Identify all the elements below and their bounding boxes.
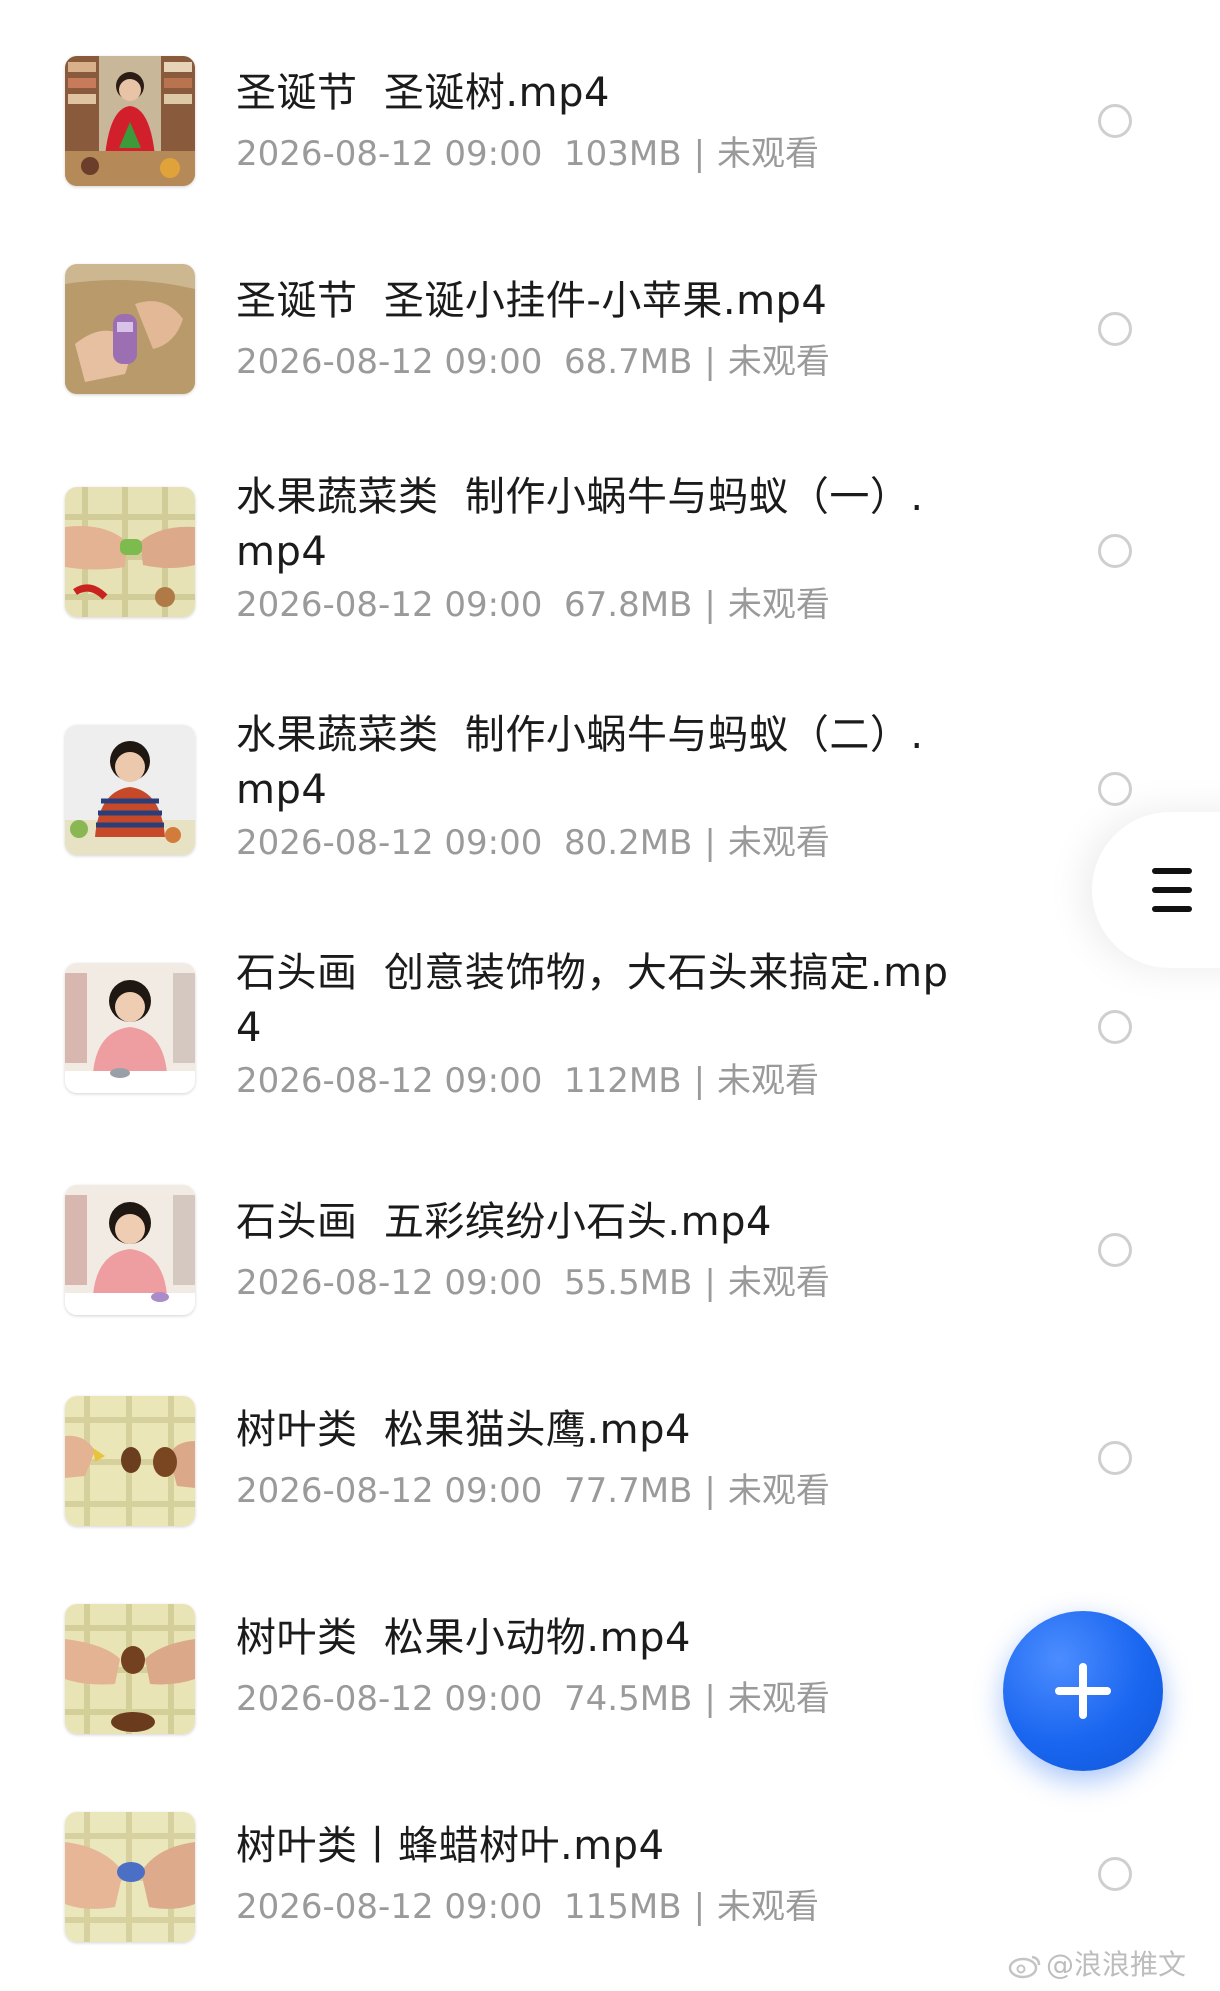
select-radio[interactable]	[1098, 1010, 1132, 1044]
select-radio[interactable]	[1098, 772, 1132, 806]
watch-status: 未观看	[727, 1679, 830, 1719]
meta-separator: |	[704, 1471, 716, 1511]
video-size: 103MB	[564, 134, 682, 174]
meta-separator: |	[704, 342, 716, 382]
select-radio[interactable]	[1098, 1857, 1132, 1891]
video-meta: 2026-08-12 09:00 74.5MB | 未观看	[236, 1677, 976, 1721]
watch-status: 未观看	[727, 1471, 830, 1511]
watch-status: 未观看	[727, 585, 830, 625]
video-thumbnail[interactable]	[65, 487, 195, 617]
video-date: 2026-08-12 09:00	[236, 1887, 543, 1927]
video-thumbnail[interactable]	[65, 1604, 195, 1734]
meta-separator: |	[704, 1263, 716, 1303]
video-title: 石头画 五彩缤纷小石头.mp4	[236, 1199, 772, 1245]
video-thumbnail[interactable]	[65, 1396, 195, 1526]
video-thumbnail[interactable]	[65, 1185, 195, 1315]
watch-status: 未观看	[717, 1887, 820, 1927]
watch-status: 未观看	[717, 134, 820, 174]
watch-status: 未观看	[727, 823, 830, 863]
video-meta: 2026-08-12 09:00 67.8MB | 未观看	[236, 583, 976, 627]
video-date: 2026-08-12 09:00	[236, 823, 543, 863]
video-date: 2026-08-12 09:00	[236, 342, 543, 382]
select-radio[interactable]	[1098, 312, 1132, 346]
watch-status: 未观看	[727, 342, 830, 382]
video-size: 68.7MB	[564, 342, 693, 382]
video-title: 圣诞节 圣诞树.mp4	[236, 70, 610, 116]
video-thumbnail[interactable]	[65, 725, 195, 855]
watch-status: 未观看	[727, 1263, 830, 1303]
video-thumbnail[interactable]	[65, 56, 195, 186]
video-title: 树叶类 松果猫头鹰.mp4	[236, 1407, 691, 1453]
video-title: 水果蔬菜类 制作小蜗牛与蚂蚁（一）. mp4	[236, 474, 924, 575]
watermark: @浪浪推文	[1008, 1945, 1186, 1985]
add-button[interactable]	[1003, 1611, 1163, 1771]
video-size: 74.5MB	[564, 1679, 693, 1719]
meta-separator: |	[704, 823, 716, 863]
meta-separator: |	[693, 1887, 706, 1927]
video-size: 77.7MB	[564, 1471, 693, 1511]
video-title: 树叶类 松果小动物.mp4	[236, 1615, 691, 1661]
video-date: 2026-08-12 09:00	[236, 585, 543, 625]
video-size: 55.5MB	[564, 1263, 693, 1303]
video-meta: 2026-08-12 09:00 115MB | 未观看	[236, 1885, 976, 1929]
video-size: 80.2MB	[564, 823, 693, 863]
video-date: 2026-08-12 09:00	[236, 134, 543, 174]
video-title: 石头画 创意装饰物，大石头来搞定.mp 4	[236, 950, 949, 1051]
video-meta: 2026-08-12 09:00 80.2MB | 未观看	[236, 821, 976, 865]
video-size: 67.8MB	[564, 585, 693, 625]
select-radio[interactable]	[1098, 104, 1132, 138]
video-date: 2026-08-12 09:00	[236, 1263, 543, 1303]
side-menu-handle[interactable]	[1092, 812, 1220, 968]
video-thumbnail[interactable]	[65, 264, 195, 394]
watermark-text: @浪浪推文	[1046, 1948, 1187, 1981]
video-title: 树叶类丨蜂蜡树叶.mp4	[236, 1823, 665, 1869]
select-radio[interactable]	[1098, 534, 1132, 568]
video-date: 2026-08-12 09:00	[236, 1679, 543, 1719]
meta-separator: |	[704, 585, 716, 625]
video-meta: 2026-08-12 09:00 77.7MB | 未观看	[236, 1469, 976, 1513]
video-thumbnail[interactable]	[65, 963, 195, 1093]
select-radio[interactable]	[1098, 1441, 1132, 1475]
video-thumbnail[interactable]	[65, 1812, 195, 1942]
video-meta: 2026-08-12 09:00 68.7MB | 未观看	[236, 340, 976, 384]
video-title: 圣诞节 圣诞小挂件-小苹果.mp4	[236, 278, 828, 324]
video-size: 112MB	[564, 1061, 682, 1101]
watch-status: 未观看	[717, 1061, 820, 1101]
video-date: 2026-08-12 09:00	[236, 1061, 543, 1101]
video-title: 水果蔬菜类 制作小蜗牛与蚂蚁（二）. mp4	[236, 712, 924, 813]
meta-separator: |	[704, 1679, 716, 1719]
select-radio[interactable]	[1098, 1233, 1132, 1267]
menu-icon[interactable]	[1152, 868, 1192, 912]
video-meta: 2026-08-12 09:00 55.5MB | 未观看	[236, 1261, 976, 1305]
meta-separator: |	[693, 134, 706, 174]
video-date: 2026-08-12 09:00	[236, 1471, 543, 1511]
video-size: 115MB	[564, 1887, 682, 1927]
meta-separator: |	[693, 1061, 706, 1101]
video-meta: 2026-08-12 09:00 112MB | 未观看	[236, 1059, 976, 1103]
video-meta: 2026-08-12 09:00 103MB | 未观看	[236, 132, 976, 176]
weibo-icon	[1008, 1955, 1041, 1979]
